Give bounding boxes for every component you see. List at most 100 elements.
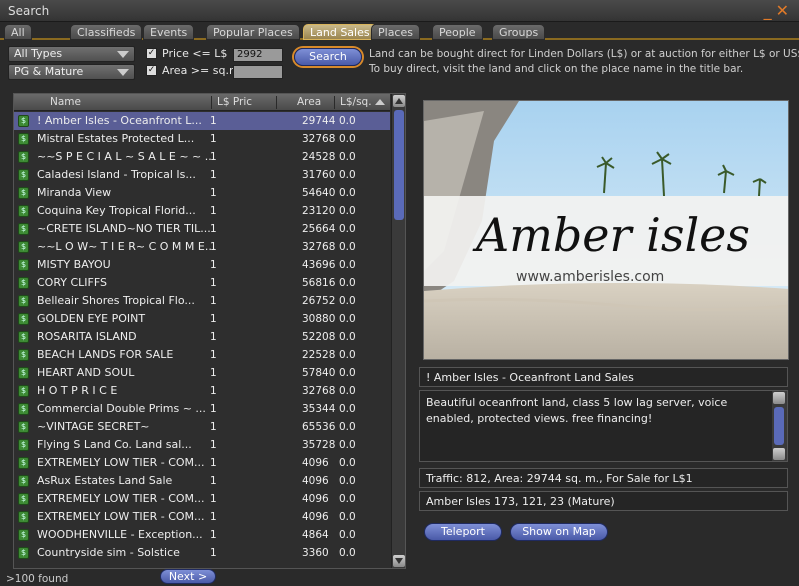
row-price: 1: [210, 331, 217, 343]
table-row[interactable]: $ BEACH LANDS FOR SALE 1 22528 0.0: [14, 346, 390, 364]
type-select[interactable]: All Types: [8, 46, 135, 62]
tab-land-sales[interactable]: Land Sales: [303, 24, 377, 40]
row-price: 1: [210, 223, 217, 235]
row-name: H O T P R I C E: [37, 384, 118, 397]
row-area: 4096: [302, 475, 329, 487]
row-price-per-sqm: 0.0: [339, 547, 356, 559]
table-row[interactable]: $ EXTREMELY LOW TIER - COM... 1 4096 0.0: [14, 454, 390, 472]
sort-ascending-icon: [375, 99, 385, 105]
area-checkbox[interactable]: ✓: [146, 65, 157, 76]
parcel-snapshot-image: Amber isles www.amberisles.com: [424, 101, 788, 359]
scroll-thumb[interactable]: [394, 110, 404, 220]
land-for-sale-icon: $: [18, 151, 29, 163]
price-checkbox[interactable]: ✓: [146, 48, 157, 59]
table-row[interactable]: $ Coquina Key Tropical Florid... 1 23120 0.0: [14, 202, 390, 220]
row-name: Caladesi Island - Tropical Is...: [37, 168, 196, 181]
tab-groups[interactable]: Groups: [492, 24, 546, 40]
show-on-map-button[interactable]: Show on Map: [510, 523, 608, 541]
row-name: Miranda View: [37, 186, 112, 199]
table-row[interactable]: $ Belleair Shores Tropical Flo... 1 26752 0.…: [14, 292, 390, 310]
land-for-sale-icon: $: [18, 475, 29, 487]
price-input[interactable]: 2992: [233, 48, 283, 62]
tab-events[interactable]: Events: [143, 24, 195, 40]
row-area: 23120: [302, 205, 336, 217]
land-for-sale-icon: $: [18, 259, 29, 271]
row-price: 1: [210, 187, 217, 199]
table-row[interactable]: $ EXTREMELY LOW TIER - COM... 1 4096 0.0: [14, 508, 390, 526]
row-price: 1: [210, 493, 217, 505]
row-price-per-sqm: 0.0: [339, 241, 356, 253]
table-row[interactable]: $ ! Amber Isles - Oceanfront L... 1 29744 0.…: [14, 112, 390, 130]
table-row[interactable]: $ MISTY BAYOU 1 43696 0.0: [14, 256, 390, 274]
table-row[interactable]: $ Caladesi Island - Tropical Is... 1 31760 0…: [14, 166, 390, 184]
tab-places[interactable]: Places: [371, 24, 420, 40]
tab-all[interactable]: All: [4, 24, 32, 40]
row-name: EXTREMELY LOW TIER - COM...: [37, 492, 205, 505]
minimize-icon[interactable]: _: [764, 1, 776, 20]
row-price-per-sqm: 0.0: [339, 457, 356, 469]
description-scrollbar[interactable]: [772, 391, 787, 461]
scroll-up-icon[interactable]: [773, 392, 785, 404]
table-row[interactable]: $ ~VINTAGE SECRET~ 1 65536 0.0: [14, 418, 390, 436]
column-header-price[interactable]: L$ Pric: [217, 96, 252, 108]
row-area: 30880: [302, 313, 336, 325]
row-price: 1: [210, 151, 217, 163]
row-price: 1: [210, 133, 217, 145]
row-price-per-sqm: 0.0: [339, 475, 356, 487]
scroll-thumb[interactable]: [774, 407, 784, 445]
row-price: 1: [210, 313, 217, 325]
table-row[interactable]: $ ~~L O W~ T I E R~ C O M M E... 1 32768 0.0: [14, 238, 390, 256]
table-row[interactable]: $ AsRux Estates Land Sale 1 4096 0.0: [14, 472, 390, 490]
table-row[interactable]: $ ROSARITA ISLAND 1 52208 0.0: [14, 328, 390, 346]
close-icon[interactable]: ✕: [776, 1, 793, 20]
row-area: 29744: [302, 115, 336, 127]
scroll-up-icon[interactable]: [393, 95, 405, 107]
table-row[interactable]: $ Countryside sim - Solstice 1 3360 0.0: [14, 544, 390, 562]
tab-classifieds[interactable]: Classifieds: [70, 24, 143, 40]
table-row[interactable]: $ Flying S Land Co. Land sal... 1 35728 0.0: [14, 436, 390, 454]
land-for-sale-icon: $: [18, 349, 29, 361]
table-row[interactable]: $ Mistral Estates Protected L... 1 32768 0.0: [14, 130, 390, 148]
table-row[interactable]: $ ~CRETE ISLAND~NO TIER TIL... 1 25664 0.0: [14, 220, 390, 238]
row-price: 1: [210, 241, 217, 253]
teleport-button[interactable]: Teleport: [424, 523, 502, 541]
row-price-per-sqm: 0.0: [339, 205, 356, 217]
table-row[interactable]: $ GOLDEN EYE POINT 1 30880 0.0: [14, 310, 390, 328]
row-name: HEART AND SOUL: [37, 366, 135, 379]
row-price-per-sqm: 0.0: [339, 421, 356, 433]
area-input[interactable]: [233, 65, 283, 79]
maturity-select[interactable]: PG & Mature: [8, 64, 135, 80]
search-button[interactable]: Search: [294, 48, 362, 66]
land-for-sale-icon: $: [18, 223, 29, 235]
table-row[interactable]: $ Miranda View 1 54640 0.0: [14, 184, 390, 202]
results-count: >100 found: [6, 573, 69, 585]
parcel-location-field: Amber Isles 173, 121, 23 (Mature): [419, 491, 788, 511]
table-row[interactable]: $ EXTREMELY LOW TIER - COM... 1 4096 0.0: [14, 490, 390, 508]
tab-popular-places[interactable]: Popular Places: [206, 24, 300, 40]
land-for-sale-icon: $: [18, 439, 29, 451]
column-header-price-per-sqm[interactable]: L$/sq.: [340, 96, 372, 108]
row-price-per-sqm: 0.0: [339, 313, 356, 325]
list-scrollbar[interactable]: [391, 94, 405, 568]
scroll-down-icon[interactable]: [393, 555, 405, 567]
row-name: EXTREMELY LOW TIER - COM...: [37, 456, 205, 469]
row-name: EXTREMELY LOW TIER - COM...: [37, 510, 205, 523]
row-area: 32768: [302, 241, 336, 253]
table-row[interactable]: $ WOODHENVILLE - Exception... 1 4864 0.0: [14, 526, 390, 544]
table-row[interactable]: $ HEART AND SOUL 1 57840 0.0: [14, 364, 390, 382]
table-row[interactable]: $ Commercial Double Prims ~ ... 1 35344 0.0: [14, 400, 390, 418]
list-rows: $! Amber Isles - Oceanfront L... 1 29744 0.…: [14, 112, 390, 562]
land-for-sale-icon: $: [18, 295, 29, 307]
area-label: Area >= sq.m.: [162, 64, 244, 77]
table-row[interactable]: $ ~~S P E C I A L ~ S A L E ~ ~ ... 1 24528…: [14, 148, 390, 166]
column-header-area[interactable]: Area: [297, 96, 321, 108]
column-header-name[interactable]: Name: [50, 96, 81, 108]
row-name: WOODHENVILLE - Exception...: [37, 528, 203, 541]
table-row[interactable]: $ CORY CLIFFS 1 56816 0.0: [14, 274, 390, 292]
table-row[interactable]: $ H O T P R I C E 1 32768 0.0: [14, 382, 390, 400]
scroll-down-icon[interactable]: [773, 448, 785, 460]
tab-people[interactable]: People: [432, 24, 483, 40]
row-name: Coquina Key Tropical Florid...: [37, 204, 196, 217]
window-titlebar: Search _✕: [0, 0, 799, 22]
next-button[interactable]: Next >: [160, 569, 216, 584]
